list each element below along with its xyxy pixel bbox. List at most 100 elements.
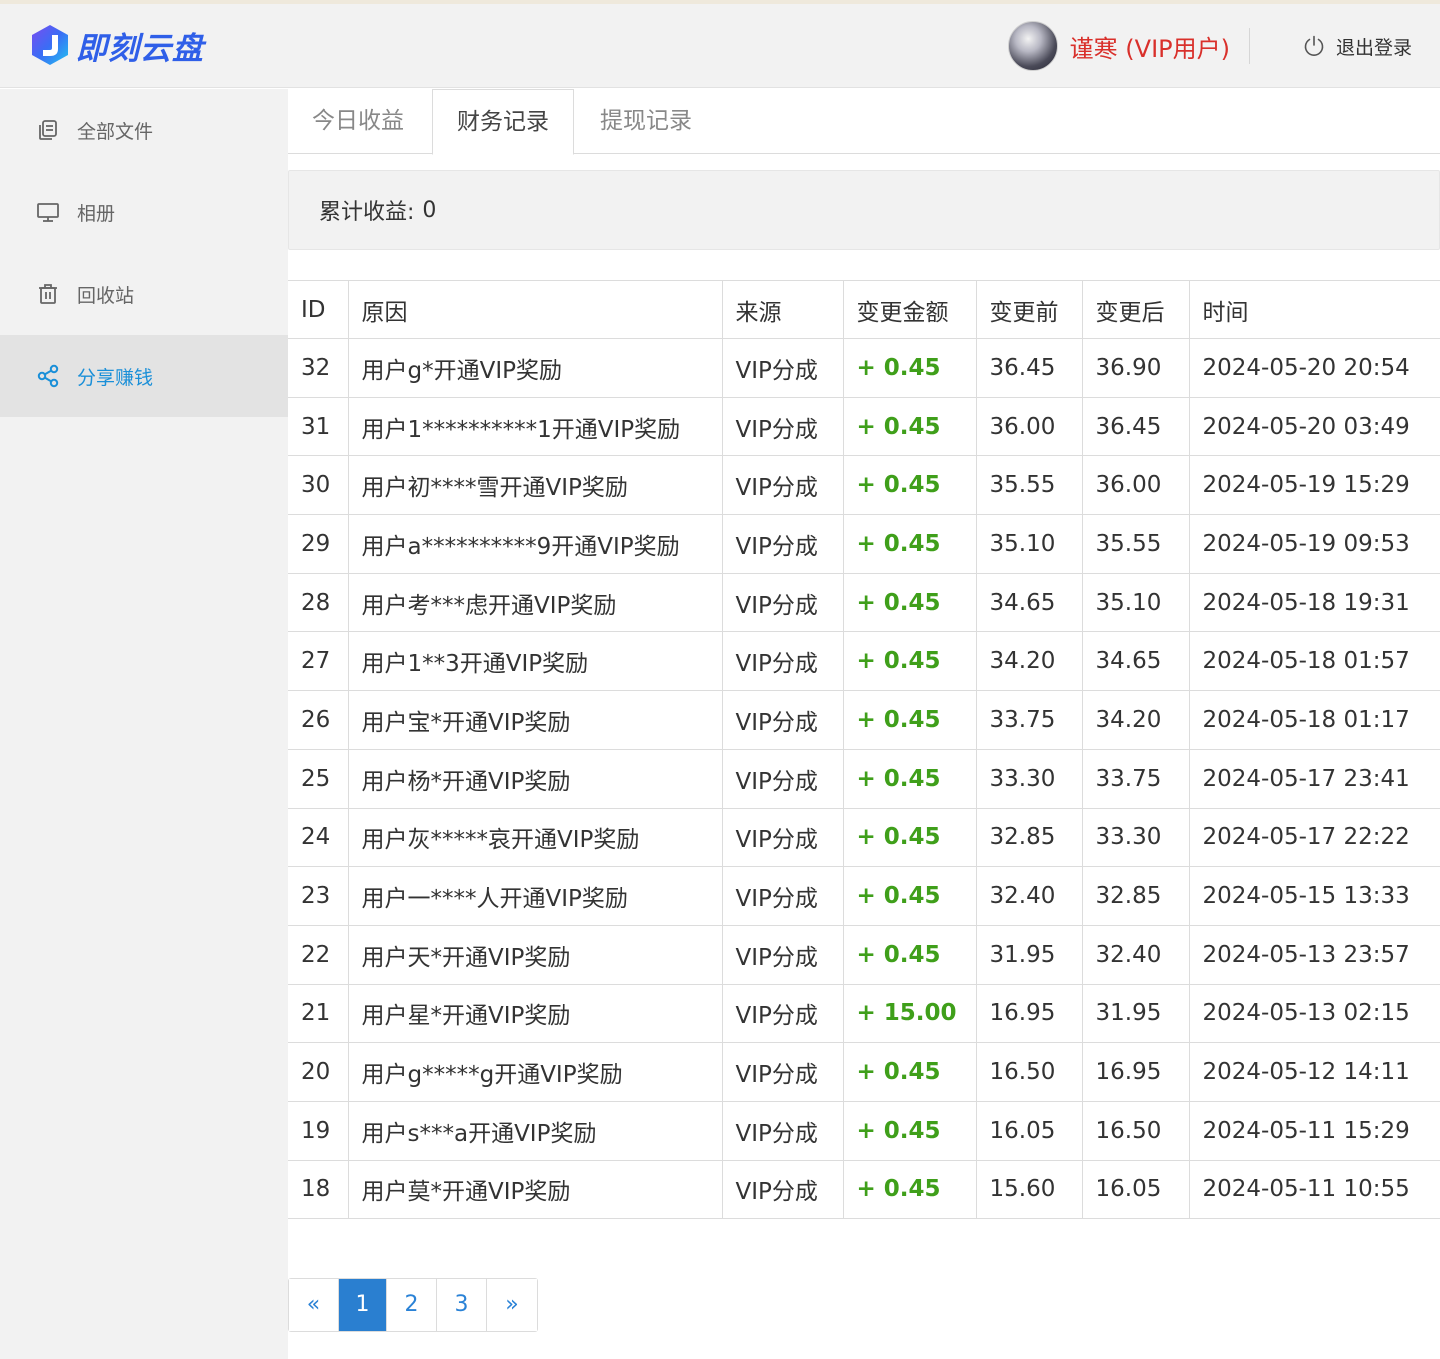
logo-icon bbox=[32, 25, 68, 65]
cell-reason: 用户g*开通VIP奖励 bbox=[347, 338, 723, 398]
avatar[interactable] bbox=[1007, 21, 1058, 71]
sidebar: 全部文件 相册 回收站 分享赚钱 bbox=[0, 89, 288, 1359]
column-header: ID bbox=[288, 280, 349, 339]
cell-id: 25 bbox=[288, 748, 349, 809]
sidebar-item-label: 相册 bbox=[77, 202, 116, 225]
cell-reason: 用户灰*****哀开通VIP奖励 bbox=[347, 807, 723, 868]
cell-id: 18 bbox=[288, 1159, 349, 1220]
cell-id: 26 bbox=[288, 690, 349, 750]
cell-source: VIP分成 bbox=[721, 690, 844, 750]
column-header: 变更前 bbox=[975, 280, 1083, 339]
cell-amount: + 15.00 bbox=[842, 983, 977, 1044]
cell-after: 36.45 bbox=[1081, 396, 1190, 457]
table-row: 22 用户天*开通VIP奖励 VIP分成 + 0.45 31.95 32.40 2024-0… bbox=[288, 924, 1440, 985]
page-next-button[interactable]: » bbox=[487, 1279, 537, 1331]
cell-after: 36.00 bbox=[1081, 455, 1190, 516]
cell-source: VIP分成 bbox=[721, 514, 844, 574]
cell-time: 2024-05-17 23:41 bbox=[1188, 748, 1440, 809]
logo[interactable]: 即刻云盘 bbox=[28, 20, 204, 70]
page-button-1[interactable]: 1 bbox=[339, 1279, 387, 1331]
table-row: 30 用户初****雪开通VIP奖励 VIP分成 + 0.45 35.55 36.00 20… bbox=[288, 455, 1440, 516]
sidebar-item-share-earn[interactable]: 分享赚钱 bbox=[0, 335, 288, 417]
cell-before: 31.95 bbox=[975, 924, 1083, 985]
cell-after: 33.30 bbox=[1081, 807, 1190, 868]
table-row: 28 用户考***虑开通VIP奖励 VIP分成 + 0.45 34.65 35.10 202… bbox=[288, 572, 1440, 633]
page-button-2[interactable]: 2 bbox=[387, 1279, 437, 1331]
user-info[interactable]: 谨寒 (VIP用户) bbox=[1007, 18, 1230, 74]
cell-time: 2024-05-18 19:31 bbox=[1188, 572, 1440, 633]
cell-before: 35.55 bbox=[975, 455, 1083, 516]
cell-id: 23 bbox=[288, 866, 349, 926]
tab-today-earnings[interactable]: 今日收益 bbox=[288, 89, 428, 154]
cell-id: 19 bbox=[288, 1100, 349, 1161]
cell-after: 31.95 bbox=[1081, 983, 1190, 1044]
cell-time: 2024-05-11 10:55 bbox=[1188, 1159, 1440, 1220]
cell-id: 29 bbox=[288, 514, 349, 574]
cell-before: 16.50 bbox=[975, 1042, 1083, 1102]
cell-source: VIP分成 bbox=[721, 1042, 844, 1102]
cell-reason: 用户杨*开通VIP奖励 bbox=[347, 748, 723, 809]
table-row: 21 用户星*开通VIP奖励 VIP分成 + 15.00 16.95 31.95 2024-… bbox=[288, 983, 1440, 1044]
finance-records-table: ID 原因 来源 变更金额 变更前 变更后 时间 32 用户g*开通VIP奖励 VI… bbox=[288, 280, 1440, 1220]
cell-reason: 用户莫*开通VIP奖励 bbox=[347, 1159, 723, 1220]
username[interactable]: 谨寒 (VIP用户) bbox=[1070, 29, 1230, 64]
column-header: 原因 bbox=[347, 280, 723, 339]
cell-before: 32.85 bbox=[975, 807, 1083, 868]
cell-id: 30 bbox=[288, 455, 349, 516]
sidebar-item-label: 全部文件 bbox=[77, 120, 154, 143]
tab-withdraw-records[interactable]: 提现记录 bbox=[576, 89, 716, 154]
cell-source: VIP分成 bbox=[721, 983, 844, 1044]
page-button-3[interactable]: 3 bbox=[437, 1279, 487, 1331]
cell-reason: 用户考***虑开通VIP奖励 bbox=[347, 572, 723, 633]
table-row: 20 用户g*****g开通VIP奖励 VIP分成 + 0.45 16.50 16.95 2… bbox=[288, 1042, 1440, 1102]
cell-after: 33.75 bbox=[1081, 748, 1190, 809]
cell-before: 35.10 bbox=[975, 514, 1083, 574]
table-header-row: ID 原因 来源 变更金额 变更前 变更后 时间 bbox=[288, 280, 1440, 339]
cell-amount: + 0.45 bbox=[842, 1042, 977, 1102]
cell-amount: + 0.45 bbox=[842, 1159, 977, 1220]
cell-id: 32 bbox=[288, 338, 349, 398]
table-body: 32 用户g*开通VIP奖励 VIP分成 + 0.45 36.45 36.90 2024-0… bbox=[288, 338, 1440, 1220]
cell-time: 2024-05-19 15:29 bbox=[1188, 455, 1440, 516]
cell-time: 2024-05-12 14:11 bbox=[1188, 1042, 1440, 1102]
sidebar-item-album[interactable]: 相册 bbox=[0, 171, 288, 253]
column-header: 变更金额 bbox=[842, 280, 977, 339]
cell-after: 34.65 bbox=[1081, 631, 1190, 692]
cell-amount: + 0.45 bbox=[842, 748, 977, 809]
cell-source: VIP分成 bbox=[721, 807, 844, 868]
table-row: 19 用户s***a开通VIP奖励 VIP分成 + 0.45 16.05 16.50 202… bbox=[288, 1100, 1440, 1161]
cell-amount: + 0.45 bbox=[842, 572, 977, 633]
cell-before: 34.20 bbox=[975, 631, 1083, 692]
cell-amount: + 0.45 bbox=[842, 514, 977, 574]
cell-amount: + 0.45 bbox=[842, 396, 977, 457]
cell-id: 28 bbox=[288, 572, 349, 633]
cell-reason: 用户初****雪开通VIP奖励 bbox=[347, 455, 723, 516]
table-row: 18 用户莫*开通VIP奖励 VIP分成 + 0.45 15.60 16.05 2024-0… bbox=[288, 1159, 1440, 1220]
cell-before: 16.95 bbox=[975, 983, 1083, 1044]
page-prev-button[interactable]: « bbox=[289, 1279, 339, 1331]
logout-button[interactable]: 退出登录 bbox=[1302, 26, 1412, 66]
cell-time: 2024-05-18 01:57 bbox=[1188, 631, 1440, 692]
table-row: 27 用户1**3开通VIP奖励 VIP分成 + 0.45 34.20 34.65 2024… bbox=[288, 631, 1440, 692]
cell-reason: 用户宝*开通VIP奖励 bbox=[347, 690, 723, 750]
cell-reason: 用户一****人开通VIP奖励 bbox=[347, 866, 723, 926]
pagination: « 1 2 3 » bbox=[288, 1278, 538, 1332]
cell-reason: 用户1**********1开通VIP奖励 bbox=[347, 396, 723, 457]
cell-amount: + 0.45 bbox=[842, 807, 977, 868]
sidebar-item-all-files[interactable]: 全部文件 bbox=[0, 89, 288, 171]
tab-finance-records[interactable]: 财务记录 bbox=[432, 89, 574, 155]
cell-reason: 用户g*****g开通VIP奖励 bbox=[347, 1042, 723, 1102]
tab-bar: 今日收益 财务记录 提现记录 bbox=[288, 89, 1440, 155]
cell-time: 2024-05-18 01:17 bbox=[1188, 690, 1440, 750]
total-earnings-label: 累计收益: bbox=[319, 200, 415, 225]
cell-reason: 用户a**********9开通VIP奖励 bbox=[347, 514, 723, 574]
cell-after: 34.20 bbox=[1081, 690, 1190, 750]
table-row: 25 用户杨*开通VIP奖励 VIP分成 + 0.45 33.30 33.75 2024-0… bbox=[288, 748, 1440, 809]
cell-source: VIP分成 bbox=[721, 1100, 844, 1161]
cell-before: 33.30 bbox=[975, 748, 1083, 809]
cell-reason: 用户s***a开通VIP奖励 bbox=[347, 1100, 723, 1161]
cell-reason: 用户星*开通VIP奖励 bbox=[347, 983, 723, 1044]
sidebar-item-recycle-bin[interactable]: 回收站 bbox=[0, 253, 288, 335]
cell-reason: 用户1**3开通VIP奖励 bbox=[347, 631, 723, 692]
column-header: 时间 bbox=[1188, 280, 1440, 339]
